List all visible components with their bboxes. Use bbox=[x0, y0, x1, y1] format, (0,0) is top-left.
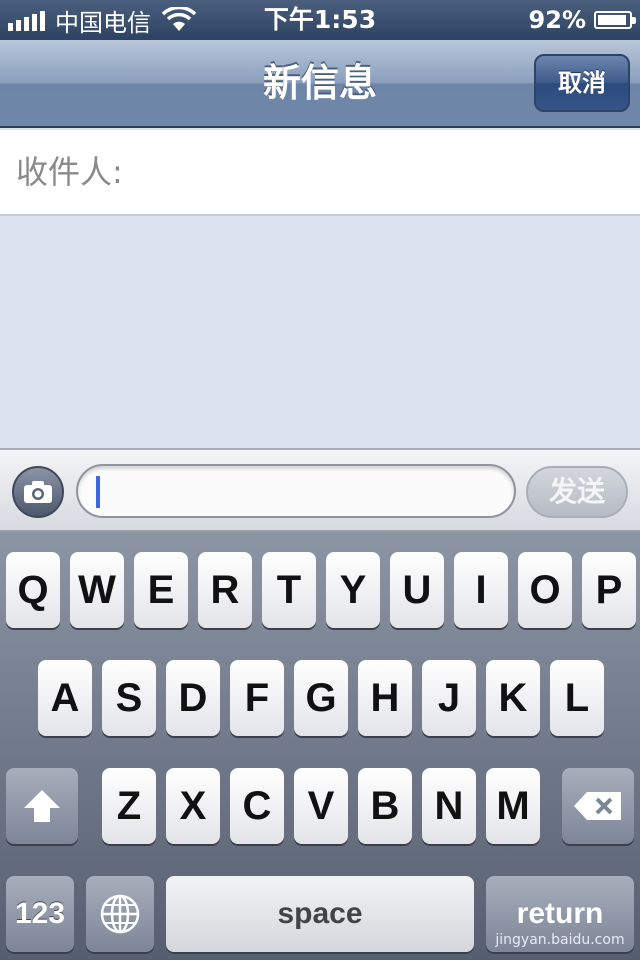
message-input[interactable] bbox=[76, 464, 516, 518]
key-m[interactable]: M bbox=[486, 768, 540, 844]
space-key[interactable]: space bbox=[166, 876, 474, 952]
compose-toolbar: 发送 bbox=[0, 448, 640, 532]
backspace-key[interactable] bbox=[562, 768, 634, 844]
battery-fill bbox=[598, 15, 626, 25]
keyboard: QWERTYUIOP ASDFGHJKL ZXCVBNM 123 space r… bbox=[0, 532, 640, 960]
key-q[interactable]: Q bbox=[6, 552, 60, 628]
backspace-icon bbox=[574, 792, 621, 820]
status-bar: 中国电信 下午1:53 92% bbox=[0, 0, 640, 40]
watermark-text: jingyan.baidu.com bbox=[495, 932, 625, 948]
key-v[interactable]: V bbox=[294, 768, 348, 844]
key-d[interactable]: D bbox=[166, 660, 220, 736]
key-n[interactable]: N bbox=[422, 768, 476, 844]
number-mode-key[interactable]: 123 bbox=[6, 876, 74, 952]
cancel-button[interactable]: 取消 bbox=[534, 54, 630, 112]
key-b[interactable]: B bbox=[358, 768, 412, 844]
key-f[interactable]: F bbox=[230, 660, 284, 736]
key-t[interactable]: T bbox=[262, 552, 316, 628]
battery-percent: 92% bbox=[528, 6, 586, 34]
key-w[interactable]: W bbox=[70, 552, 124, 628]
globe-icon bbox=[100, 894, 140, 934]
key-c[interactable]: C bbox=[230, 768, 284, 844]
key-r[interactable]: R bbox=[198, 552, 252, 628]
key-y[interactable]: Y bbox=[326, 552, 380, 628]
key-l[interactable]: L bbox=[550, 660, 604, 736]
key-x[interactable]: X bbox=[166, 768, 220, 844]
shift-key[interactable] bbox=[6, 768, 78, 844]
key-k[interactable]: K bbox=[486, 660, 540, 736]
shift-arrow-icon bbox=[24, 790, 60, 822]
key-j[interactable]: J bbox=[422, 660, 476, 736]
recipient-label: 收件人: bbox=[16, 153, 123, 191]
status-right: 92% bbox=[528, 4, 636, 36]
message-thread-area bbox=[0, 216, 640, 448]
key-g[interactable]: G bbox=[294, 660, 348, 736]
camera-icon bbox=[24, 481, 52, 503]
key-p[interactable]: P bbox=[582, 552, 636, 628]
globe-key[interactable] bbox=[86, 876, 154, 952]
text-caret bbox=[96, 476, 100, 508]
key-s[interactable]: S bbox=[102, 660, 156, 736]
key-z[interactable]: Z bbox=[102, 768, 156, 844]
key-h[interactable]: H bbox=[358, 660, 412, 736]
key-a[interactable]: A bbox=[38, 660, 92, 736]
key-i[interactable]: I bbox=[454, 552, 508, 628]
send-button[interactable]: 发送 bbox=[526, 466, 628, 518]
recipient-field[interactable]: 收件人: bbox=[0, 130, 640, 216]
key-o[interactable]: O bbox=[518, 552, 572, 628]
key-e[interactable]: E bbox=[134, 552, 188, 628]
key-u[interactable]: U bbox=[390, 552, 444, 628]
navigation-bar: 新信息 取消 bbox=[0, 40, 640, 128]
camera-button[interactable] bbox=[12, 466, 64, 518]
battery-icon bbox=[594, 11, 636, 29]
